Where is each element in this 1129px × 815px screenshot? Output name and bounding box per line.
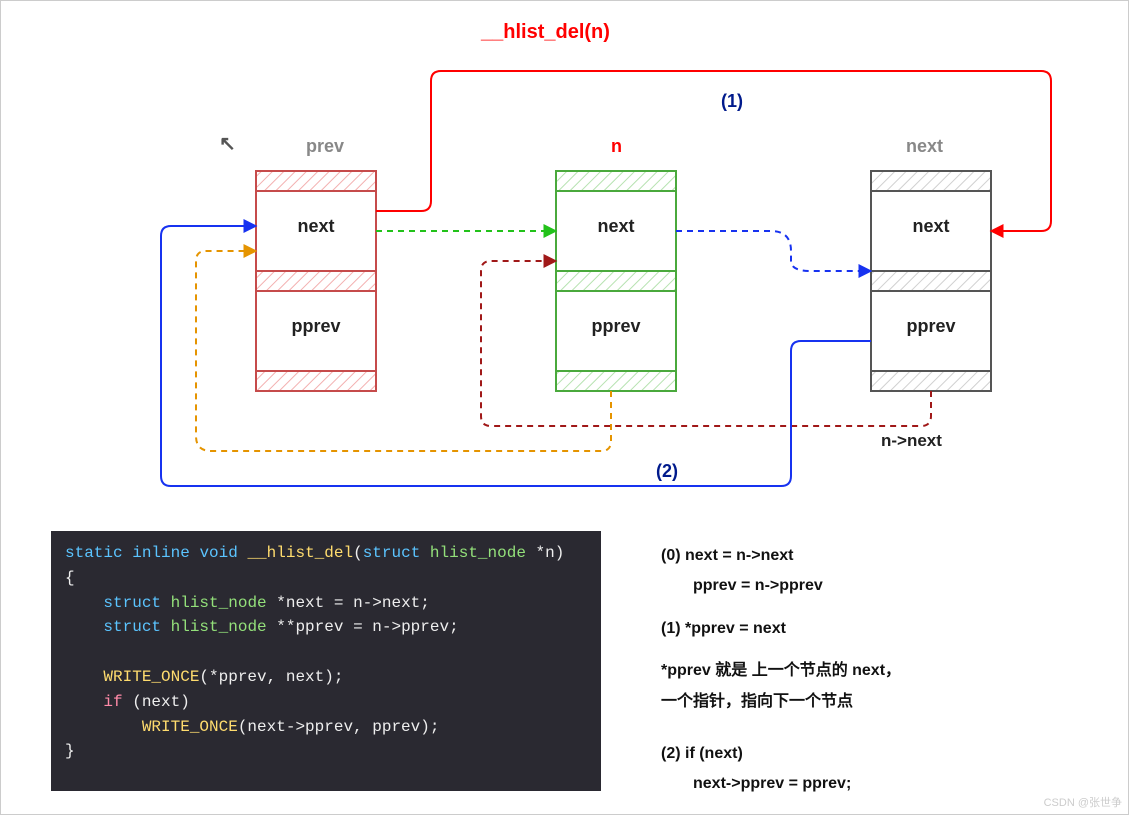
note-2a: (2) if (next) xyxy=(661,739,1081,769)
code-fn2: WRITE_ONCE xyxy=(103,668,199,686)
code-type2: hlist_node xyxy=(171,594,267,612)
node-prev xyxy=(256,171,376,391)
watermark: CSDN @张世争 xyxy=(1044,794,1122,810)
code-l7: (next) xyxy=(132,693,190,711)
code-if: if xyxy=(103,693,122,711)
next-pprev-field: pprev xyxy=(871,316,991,337)
prev-next-field: next xyxy=(256,216,376,237)
code-kw2: inline xyxy=(132,544,190,562)
code-type: hlist_node xyxy=(430,544,526,562)
code-kw: static xyxy=(65,544,123,562)
code-kw3: void xyxy=(199,544,237,562)
n-next-field: next xyxy=(556,216,676,237)
code-fn3: WRITE_ONCE xyxy=(142,718,238,736)
arrow-next-pprev-back xyxy=(481,261,931,426)
diagram-svg xyxy=(1,1,1129,521)
code-kw4: struct xyxy=(363,544,421,562)
code-kw5: struct xyxy=(103,594,161,612)
note-0a: (0) next = n->next xyxy=(661,541,1081,571)
note-2b: next->pprev = pprev; xyxy=(661,769,1081,799)
notes-block: (0) next = n->next pprev = n->pprev (1) … xyxy=(661,541,1081,800)
code-block: static inline void __hlist_del(struct hl… xyxy=(51,531,601,791)
prev-pprev-field: pprev xyxy=(256,316,376,337)
code-type3: hlist_node xyxy=(171,618,267,636)
note-0b: pprev = n->pprev xyxy=(661,571,1081,601)
node-n xyxy=(556,171,676,391)
code-l8: (next->pprev, pprev); xyxy=(238,718,440,736)
arrow-n-to-next-dashed xyxy=(676,231,871,271)
code-l6: (*pprev, next); xyxy=(199,668,343,686)
node-next xyxy=(871,171,991,391)
code-fn: __hlist_del xyxy=(247,544,353,562)
n-pprev-field: pprev xyxy=(556,316,676,337)
code-l4: **pprev = n->pprev; xyxy=(276,618,458,636)
note-1: (1) *pprev = next xyxy=(661,614,1081,644)
next-next-field: next xyxy=(871,216,991,237)
note-exp2: 一个指针，指向下一个节点 xyxy=(661,687,1081,717)
code-l3: *next = n->next; xyxy=(276,594,430,612)
code-param: *n xyxy=(536,544,555,562)
code-kw6: struct xyxy=(103,618,161,636)
note-exp1: *pprev 就是 上一个节点的 next， xyxy=(661,656,1081,686)
